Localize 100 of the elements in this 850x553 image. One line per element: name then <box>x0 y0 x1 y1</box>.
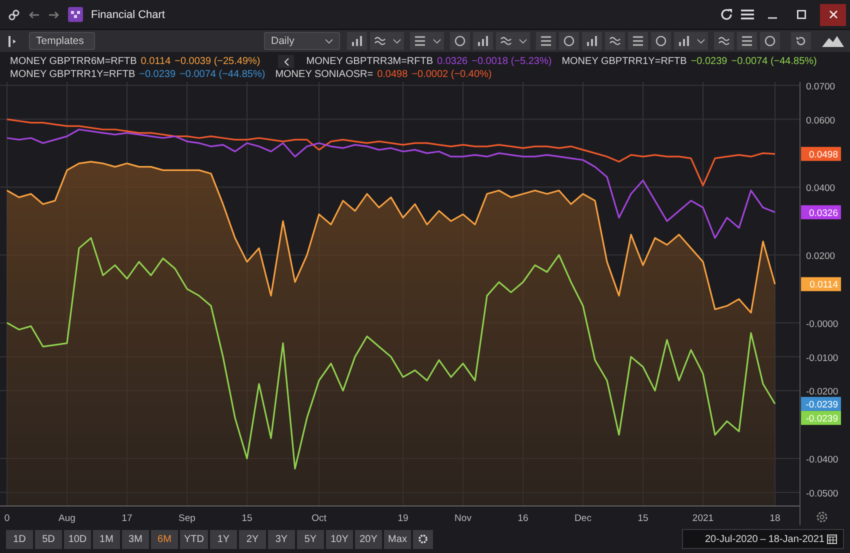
series-name: MONEY SONIAOSR= <box>275 69 374 80</box>
maximize-icon[interactable] <box>797 10 806 19</box>
period-button[interactable]: 1M <box>93 530 120 548</box>
gear-icon[interactable] <box>816 512 828 522</box>
x-axis-label: 17 <box>122 513 132 524</box>
period-button[interactable]: YTD <box>180 530 208 548</box>
dropdown-button[interactable] <box>694 32 708 50</box>
series-change: −0.0018 (−5.23%) <box>472 56 552 67</box>
caret-icon <box>325 38 333 44</box>
bar-chart-icon <box>586 35 598 47</box>
series-value: 0.0114 <box>140 56 171 67</box>
settings-button[interactable] <box>413 530 433 548</box>
chevron-left-icon <box>284 58 289 66</box>
mountain-logo-icon <box>822 35 844 47</box>
list-icon <box>741 35 753 47</box>
series-name: MONEY GBPTRR1Y=RFTB <box>562 56 687 67</box>
window-title: Financial Chart <box>91 8 165 20</box>
toolbar-button[interactable] <box>370 32 390 50</box>
y-axis-label: 0.0200 <box>806 251 836 262</box>
reset-button[interactable] <box>791 32 811 50</box>
app-icon <box>68 7 83 22</box>
y-axis-label: -0.0000 <box>806 318 838 330</box>
caret-icon <box>393 38 401 44</box>
x-axis-label: 0 <box>4 513 10 524</box>
date-range-field[interactable]: 20-Jul-2020 – 18-Jan-2021 <box>682 529 844 549</box>
period-button[interactable]: 5Y <box>297 530 324 548</box>
toolbar-button[interactable] <box>559 32 579 50</box>
circle-icon <box>764 35 776 47</box>
period-button[interactable]: 3M <box>122 530 149 548</box>
circle-icon <box>454 35 466 47</box>
end-date: 18-Jan-2021 <box>768 534 824 544</box>
toolbar-button[interactable] <box>651 32 671 50</box>
dropdown-button[interactable] <box>430 32 444 50</box>
series-name: MONEY GBPTRR6M=RFTB <box>10 56 137 67</box>
y-axis-label: 0.0400 <box>806 183 836 194</box>
series-name: MONEY GBPTRR3M=RFTB <box>306 56 434 67</box>
collapse-button[interactable] <box>278 55 294 68</box>
period-button[interactable]: 1D <box>6 530 33 548</box>
period-button[interactable]: Max <box>384 530 411 548</box>
price-label: 0.0326 <box>801 205 841 220</box>
toolbar-button[interactable] <box>347 32 367 50</box>
toolbar-button[interactable] <box>582 32 602 50</box>
circle-icon <box>655 35 667 47</box>
bar-chart-icon <box>351 35 363 47</box>
calendar-icon[interactable] <box>826 534 837 544</box>
series-value: −0.0239 <box>690 56 728 67</box>
date-separator: – <box>760 534 766 544</box>
undo-icon <box>795 35 807 47</box>
list-icon <box>540 35 552 47</box>
y-axis-label: -0.0500 <box>806 488 838 500</box>
back-icon[interactable] <box>28 10 40 20</box>
period-button[interactable]: 10D <box>64 530 91 548</box>
interval-dropdown[interactable]: Daily <box>264 32 340 50</box>
series-value: −0.0239 <box>139 69 176 80</box>
period-button[interactable]: 5D <box>35 530 62 548</box>
wave-icon <box>718 35 730 47</box>
forward-icon[interactable] <box>48 10 60 20</box>
period-button[interactable]: 6M <box>151 530 178 548</box>
toolbar-button[interactable] <box>605 32 625 50</box>
menu-icon[interactable] <box>741 9 754 20</box>
x-axis-label: Dec <box>574 513 592 524</box>
close-button[interactable] <box>820 4 846 26</box>
link-icon[interactable] <box>8 8 20 20</box>
toolbar-button[interactable] <box>760 32 780 50</box>
circle-icon <box>563 35 575 47</box>
toolbar-button[interactable] <box>714 32 734 50</box>
toolbar-button[interactable] <box>410 32 430 50</box>
list-icon <box>632 35 644 47</box>
toolbar-button[interactable] <box>536 32 556 50</box>
x-axis-label: 18 <box>770 513 780 524</box>
x-axis-label: Nov <box>454 513 472 524</box>
wave-icon <box>374 35 386 47</box>
y-axis-label: 0.0600 <box>806 115 836 126</box>
price-label: 0.0498 <box>801 146 841 161</box>
toolbar-button[interactable] <box>628 32 648 50</box>
dropdown-button[interactable] <box>516 32 530 50</box>
period-button[interactable]: 20Y <box>355 530 382 548</box>
wave-icon <box>609 35 621 47</box>
period-button[interactable]: 2Y <box>239 530 266 548</box>
bar-chart-icon <box>678 35 690 47</box>
refresh-icon[interactable] <box>720 8 733 21</box>
toolbar-button[interactable] <box>473 32 493 50</box>
x-axis-label: 19 <box>398 513 408 524</box>
period-button[interactable]: 10Y <box>326 530 353 548</box>
caret-icon <box>433 38 441 44</box>
period-button[interactable]: 1Y <box>210 530 237 548</box>
toolbar-button[interactable] <box>496 32 516 50</box>
dropdown-button[interactable] <box>390 32 404 50</box>
toolbar-button[interactable] <box>737 32 757 50</box>
x-axis-label: 2021 <box>692 513 714 524</box>
x-axis-label: Oct <box>312 513 326 524</box>
toolbar-button[interactable] <box>450 32 470 50</box>
series-change: −0.0039 (−25.49%) <box>174 56 260 67</box>
templates-dropdown[interactable]: Templates <box>29 32 95 50</box>
toolbar-button[interactable] <box>674 32 694 50</box>
price-label: -0.0239 <box>801 410 841 425</box>
period-button[interactable]: 3Y <box>268 530 295 548</box>
series-change: −0.0074 (−44.85%) <box>180 69 266 80</box>
caret-icon <box>697 38 705 44</box>
caret-icon <box>519 38 527 44</box>
